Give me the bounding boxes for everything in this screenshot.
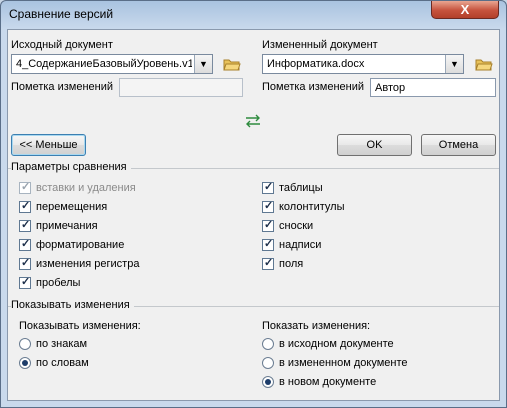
radio-circle[interactable] <box>262 376 274 388</box>
checkbox-box[interactable] <box>19 237 31 251</box>
revised-note-value: Автор <box>375 82 406 94</box>
checkbox-box[interactable] <box>19 218 31 232</box>
compare-settings-section: Параметры сравнения <box>8 161 499 175</box>
checkbox-box[interactable] <box>262 218 274 232</box>
ok-button[interactable]: OK <box>337 134 412 156</box>
revised-document-value: Информатика.docx <box>267 58 365 70</box>
checkbox-box[interactable] <box>262 256 274 270</box>
checkbox-box[interactable] <box>262 237 274 251</box>
dialog-title: Сравнение версий <box>9 7 114 21</box>
checkbox-box[interactable] <box>19 180 31 194</box>
original-document-value: 4_СодержаниеБазовыйУровень.v1 <box>16 58 192 70</box>
dialog-body: Исходный документ 4_СодержаниеБазовыйУро… <box>7 29 500 401</box>
revised-note-field[interactable]: Автор <box>370 78 496 97</box>
original-note-field[interactable] <box>119 78 243 97</box>
compare-settings-heading: Параметры сравнения <box>11 161 131 173</box>
radio-circle[interactable] <box>19 357 31 369</box>
radio-circle[interactable] <box>262 338 274 350</box>
radio-circle[interactable] <box>19 338 31 350</box>
close-icon: X <box>460 2 470 17</box>
checkbox-box[interactable] <box>19 199 31 213</box>
chevron-down-icon[interactable]: ▼ <box>445 55 463 73</box>
swap-documents-icon[interactable] <box>244 114 262 128</box>
open-folder-icon[interactable] <box>475 57 493 72</box>
revised-document-combo[interactable]: Информатика.docx ▼ <box>262 54 464 74</box>
show-changes-target-label: Показать изменения: <box>262 320 371 332</box>
open-folder-icon[interactable] <box>223 57 241 72</box>
original-document-label: Исходный документ <box>11 39 113 51</box>
title-bar[interactable]: Сравнение версий X <box>1 1 506 27</box>
original-document-combo[interactable]: 4_СодержаниеБазовыйУровень.v1 ▼ <box>11 54 213 74</box>
chevron-down-icon[interactable]: ▼ <box>194 55 212 73</box>
checkbox-box[interactable] <box>19 275 31 289</box>
cancel-button[interactable]: Отмена <box>421 134 496 156</box>
checkbox-box[interactable] <box>262 199 274 213</box>
close-button[interactable]: X <box>431 1 499 19</box>
show-changes-section: Показывать изменения <box>8 299 499 313</box>
revised-note-label: Пометка изменений <box>262 81 365 93</box>
compare-versions-dialog: Сравнение версий X Исходный документ 4_С… <box>0 0 507 408</box>
radio-circle[interactable] <box>262 357 274 369</box>
show-changes-heading: Показывать изменения <box>11 299 134 311</box>
checkbox-box[interactable] <box>262 180 274 194</box>
show-changes-level-label: Показывать изменения: <box>19 320 141 332</box>
less-button[interactable]: << Меньше <box>11 134 86 156</box>
checkbox-box[interactable] <box>19 256 31 270</box>
original-note-label: Пометка изменений <box>11 81 114 93</box>
revised-document-label: Измененный документ <box>262 39 378 51</box>
